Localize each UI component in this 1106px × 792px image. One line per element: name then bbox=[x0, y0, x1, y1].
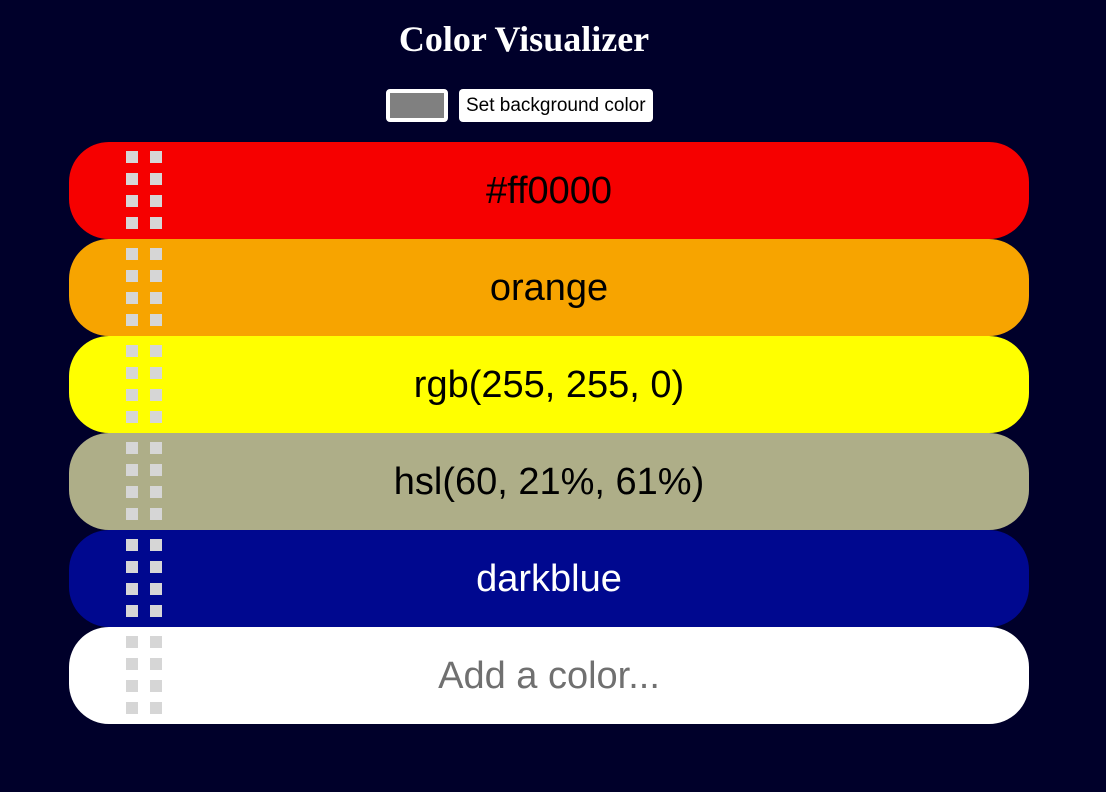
background-color-swatch bbox=[390, 93, 444, 118]
color-label[interactable]: darkblue bbox=[476, 556, 622, 602]
drag-handle-icon[interactable] bbox=[126, 636, 164, 715]
drag-handle-icon[interactable] bbox=[126, 442, 164, 521]
set-background-color-button[interactable]: Set background color bbox=[459, 89, 653, 122]
drag-handle-icon[interactable] bbox=[126, 248, 164, 327]
page-title: Color Visualizer bbox=[398, 19, 650, 59]
color-row-orange[interactable]: orange bbox=[69, 239, 1029, 336]
background-color-picker[interactable] bbox=[386, 89, 448, 122]
color-label[interactable]: #ff0000 bbox=[486, 168, 612, 214]
add-color-row bbox=[69, 627, 1029, 724]
color-label[interactable]: rgb(255, 255, 0) bbox=[414, 362, 684, 408]
drag-handle-icon[interactable] bbox=[126, 151, 164, 230]
controls-bar: Set background color bbox=[386, 89, 653, 122]
color-row-hsl-khaki[interactable]: hsl(60, 21%, 61%) bbox=[69, 433, 1029, 530]
color-row-darkblue[interactable]: darkblue bbox=[69, 530, 1029, 627]
add-color-input[interactable] bbox=[167, 651, 931, 700]
color-label[interactable]: orange bbox=[490, 265, 608, 311]
drag-handle-icon[interactable] bbox=[126, 345, 164, 424]
color-row-rgb-yellow[interactable]: rgb(255, 255, 0) bbox=[69, 336, 1029, 433]
color-list: #ff0000 orange rgb(255, 255, 0) hsl(60, … bbox=[69, 142, 1029, 724]
drag-handle-icon[interactable] bbox=[126, 539, 164, 618]
color-row-ff0000[interactable]: #ff0000 bbox=[69, 142, 1029, 239]
color-label[interactable]: hsl(60, 21%, 61%) bbox=[394, 459, 705, 505]
